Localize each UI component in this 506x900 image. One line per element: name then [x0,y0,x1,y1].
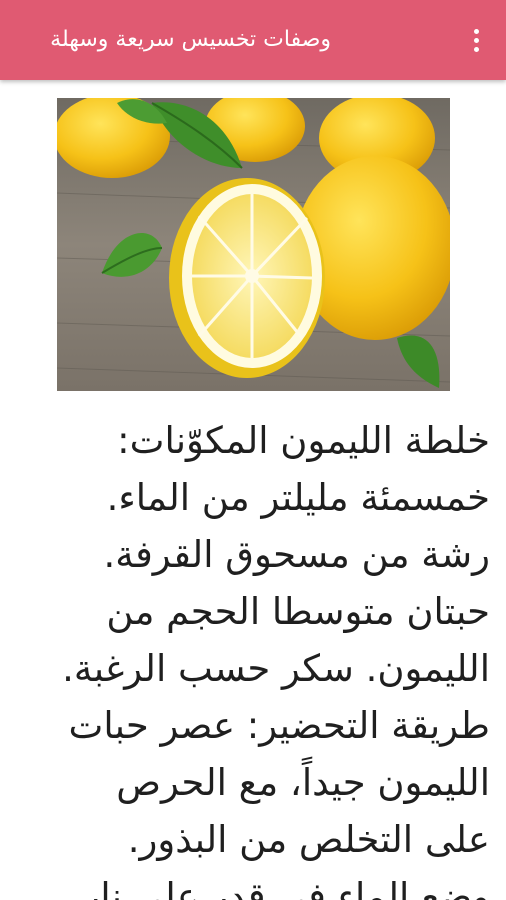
app-title: وصفات تخسيس سريعة وسهلة [50,27,331,52]
menu-dot [473,46,479,52]
app-screen: وصفات تخسيس سريعة وسهلة خلطة الليمون الم… [0,0,506,900]
menu-dot [473,28,479,34]
article-line: حبتان متوسطا الحجم من [106,590,490,633]
article-line: الليمون جيداً، مع الحرص [116,761,490,804]
lemons-image [57,98,450,391]
article-line: وضع الماء في قدر على نار [82,875,490,900]
app-bar: وصفات تخسيس سريعة وسهلة [0,0,506,80]
menu-dot [473,37,479,43]
article-line: الليمون. سكر حسب الرغبة. [62,647,490,690]
article-line: طريقة التحضير: عصر حبات [68,704,490,747]
article-line: خمسمئة مليلتر من الماء. [106,476,490,519]
article-line: رشة من مسحوق القرفة. [103,533,490,576]
overflow-menu-icon[interactable] [458,22,494,58]
article-line: خلطة الليمون المكوّنات: [117,419,490,462]
recipe-article: خلطة الليمون المكوّنات: خمسمئة مليلتر من… [15,412,490,900]
article-line: على التخلص من البذور. [127,818,490,861]
